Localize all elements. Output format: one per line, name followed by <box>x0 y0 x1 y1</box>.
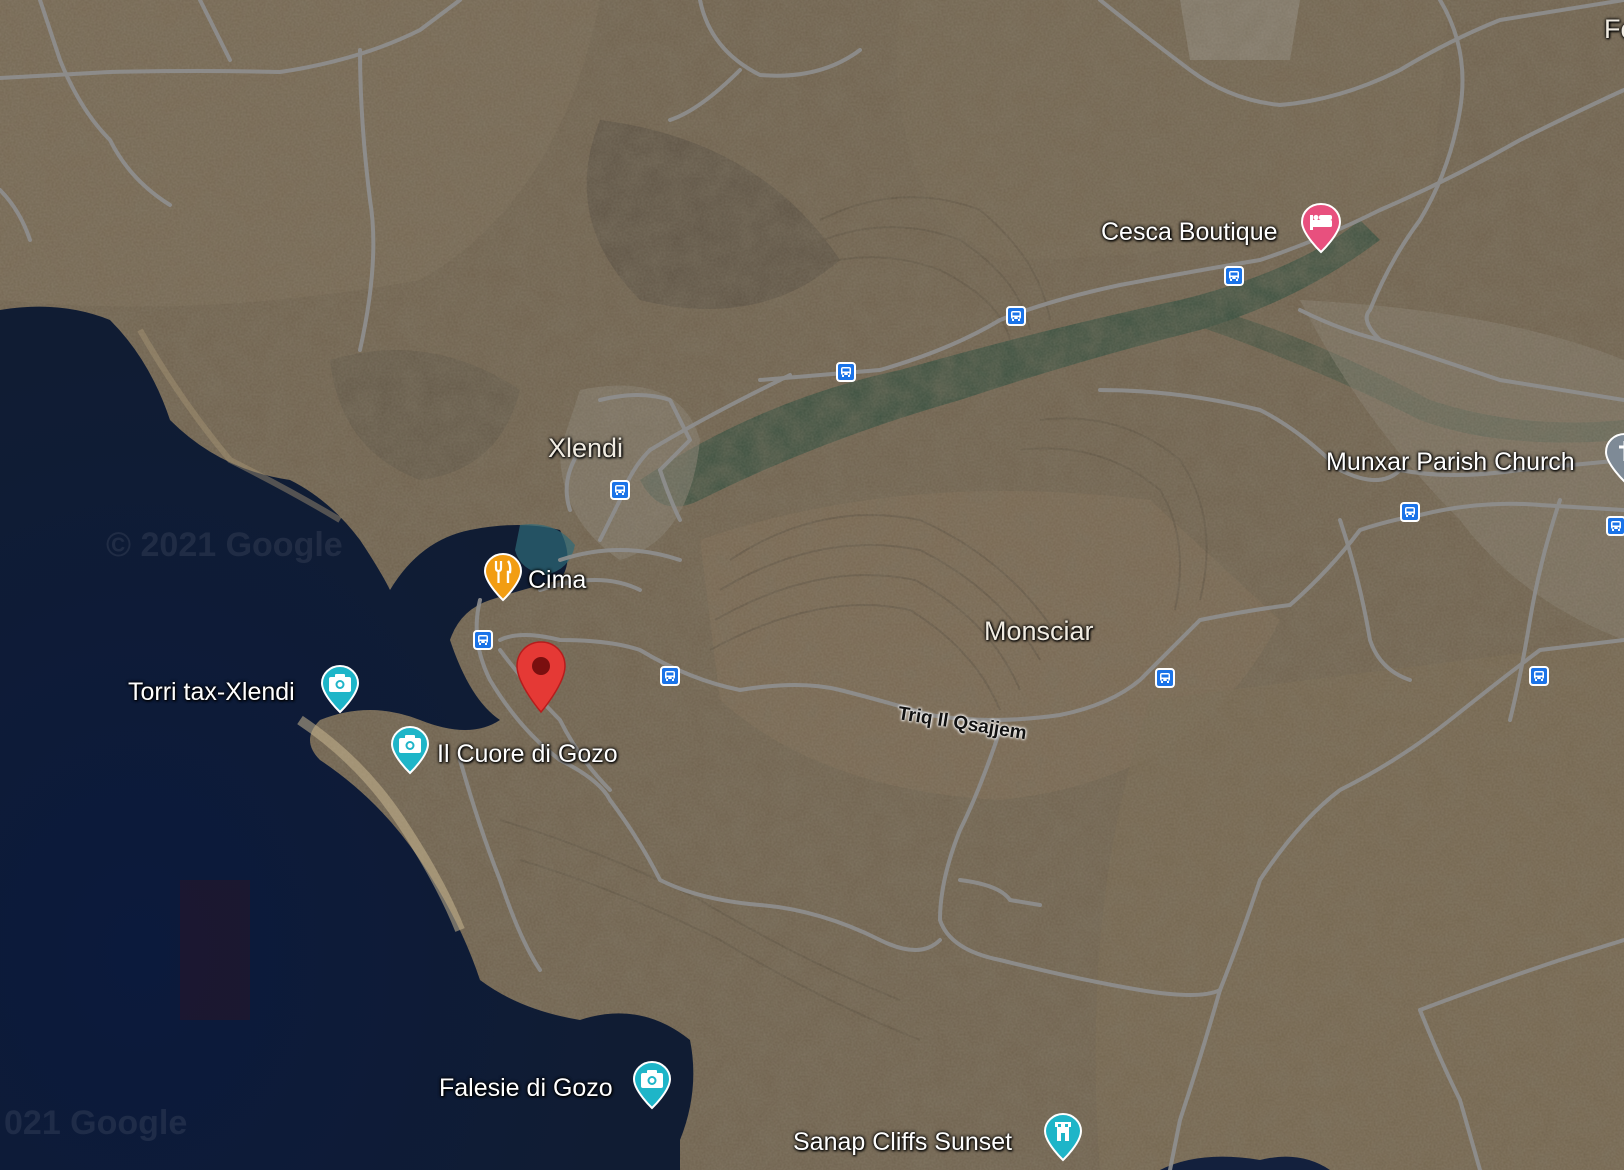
poi-label-cesca-boutique[interactable]: Cesca Boutique <box>1101 220 1278 245</box>
bus-stop-icon[interactable] <box>660 666 680 686</box>
bus-stop-icon[interactable] <box>1224 266 1244 286</box>
place-label-xlendi: Xlendi <box>548 433 624 463</box>
bus-stop-icon[interactable] <box>1155 668 1175 688</box>
bus-stop-icon[interactable] <box>1006 306 1026 326</box>
camera-icon <box>320 664 360 714</box>
poi-label-torri-tax-xlendi[interactable]: Torri tax-Xlendi <box>128 680 295 705</box>
bus-stop-icon[interactable] <box>473 630 493 650</box>
poi-label-il-cuore-di-gozo[interactable]: Il Cuore di Gozo <box>437 742 618 767</box>
bus-stop-icon[interactable] <box>1400 502 1420 522</box>
poi-label-munxar-parish-church[interactable]: Munxar Parish Church <box>1326 450 1575 475</box>
bus-stop-icon[interactable] <box>1606 516 1624 536</box>
poi-il-cuore-di-gozo[interactable] <box>390 725 430 780</box>
bus-stop-icon[interactable] <box>1529 666 1549 686</box>
hotel-icon <box>1300 202 1342 254</box>
satellite-map[interactable] <box>0 0 1624 1170</box>
place-label-partial: Fo <box>1604 14 1624 44</box>
selected-location-marker[interactable] <box>514 640 568 721</box>
copyright-watermark: 021 Google <box>4 1104 188 1142</box>
restaurant-icon <box>483 552 523 602</box>
tower-icon <box>1043 1112 1083 1162</box>
location-pin-icon <box>516 641 566 714</box>
copyright-watermark: © 2021 Google <box>106 526 343 564</box>
poi-falesie-di-gozo[interactable] <box>632 1060 672 1115</box>
bus-stop-icon[interactable] <box>836 362 856 382</box>
bus-stop-icon[interactable] <box>610 480 630 500</box>
poi-munxar-parish-church[interactable] <box>1604 432 1624 489</box>
poi-sanap-cliffs-sunset[interactable] <box>1043 1112 1083 1167</box>
poi-cima[interactable] <box>483 552 523 607</box>
poi-label-sanap-cliffs-sunset[interactable]: Sanap Cliffs Sunset <box>793 1130 1012 1155</box>
church-icon <box>1604 433 1624 483</box>
poi-cesca-boutique[interactable] <box>1300 202 1342 259</box>
poi-torri-tax-xlendi[interactable] <box>320 664 360 719</box>
camera-icon <box>390 725 430 775</box>
place-label-monsciar: Monsciar <box>984 616 1094 646</box>
poi-label-falesie-di-gozo[interactable]: Falesie di Gozo <box>439 1076 613 1101</box>
poi-label-cima[interactable]: Cima <box>528 568 586 593</box>
camera-icon <box>632 1060 672 1110</box>
